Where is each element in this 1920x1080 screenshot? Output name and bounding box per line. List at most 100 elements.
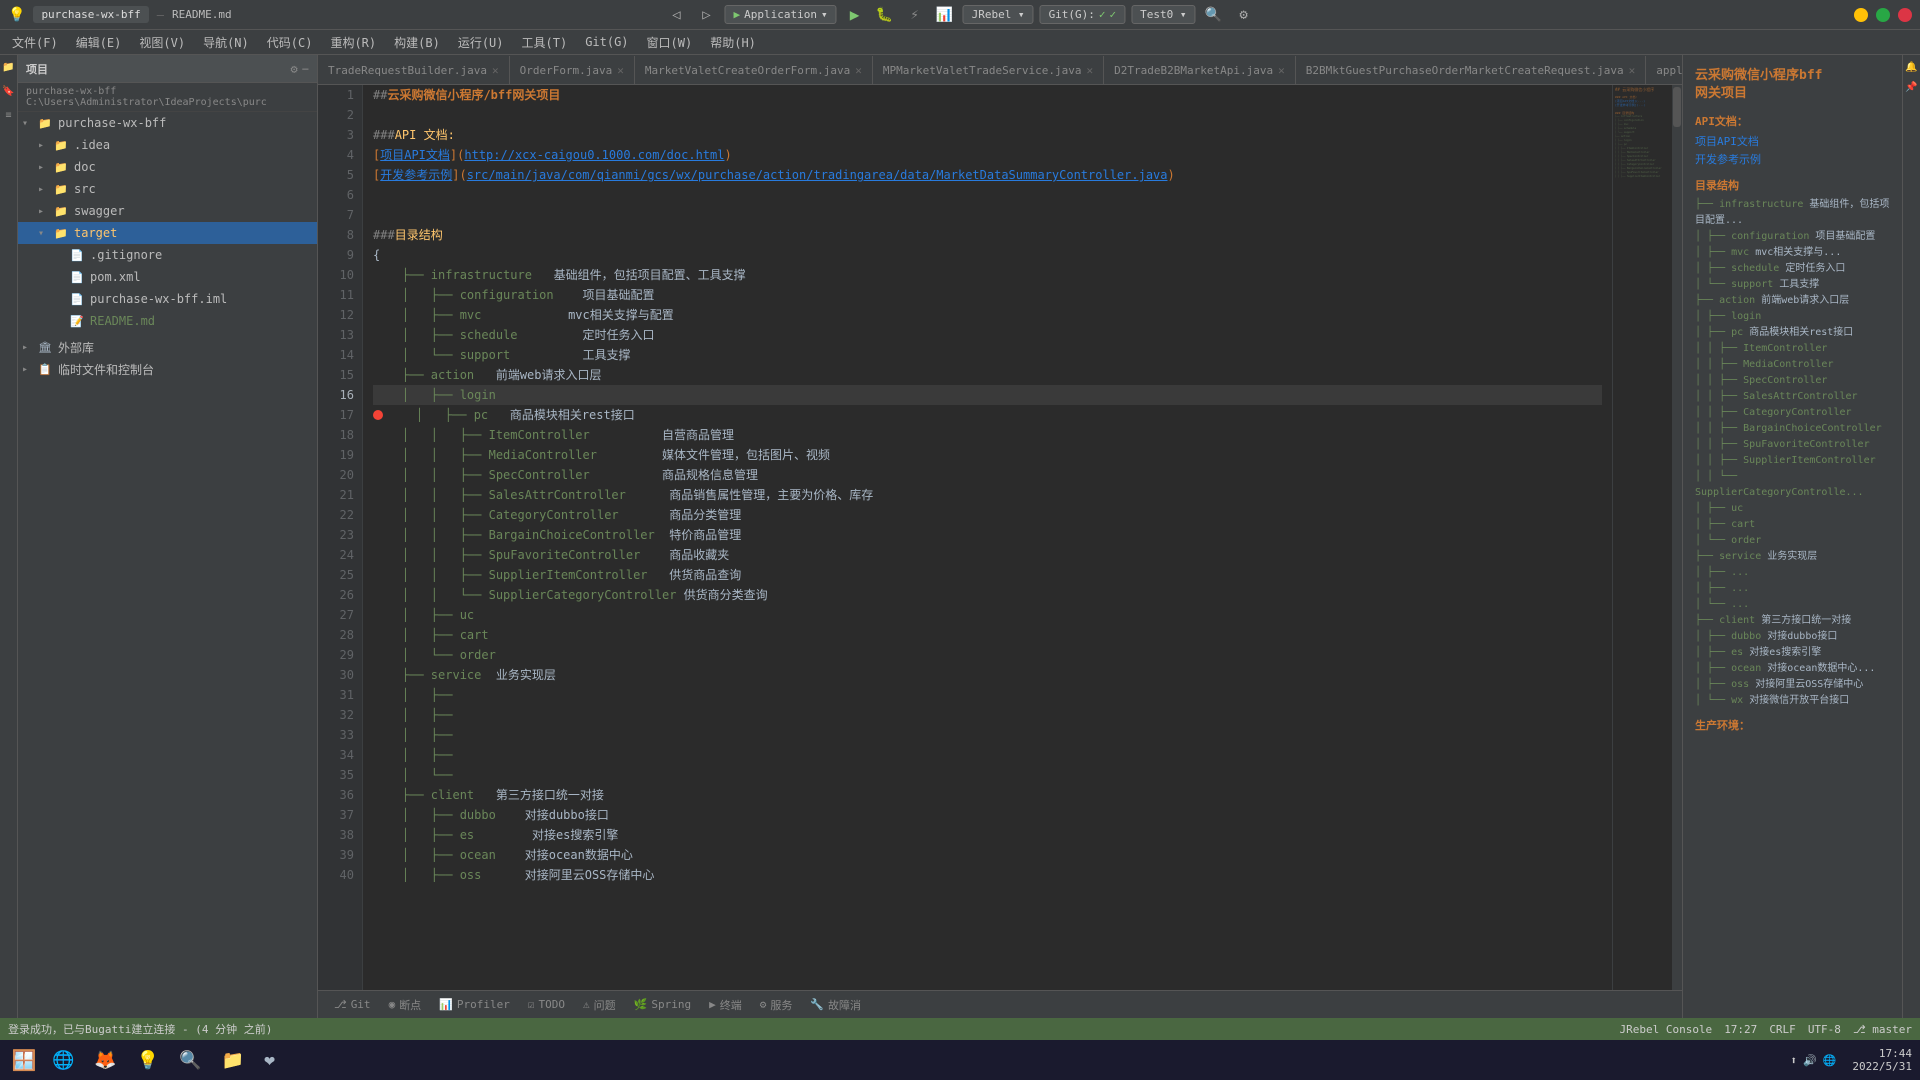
tab-spring[interactable]: 🌿 Spring [626,995,699,1015]
menu-code[interactable]: 代码(C) [259,32,321,53]
menu-nav[interactable]: 导航(N) [195,32,257,53]
menu-git[interactable]: Git(G) [577,33,636,51]
menu-window[interactable]: 窗口(W) [639,32,701,53]
search-everywhere-btn[interactable]: 🔍 [1202,3,1226,27]
line-num-17: 17 [318,405,354,425]
menu-tools[interactable]: 工具(T) [514,32,576,53]
line-num-2: 2 [318,105,354,125]
forward-btn[interactable]: ▷ [694,3,718,27]
toolbar-center: ◁ ▷ ▶ Application ▾ ▶ 🐛 ⚡ 📊 JRebel ▾ Git… [664,3,1255,27]
profile-button[interactable]: 📊 [933,3,957,27]
panel-settings[interactable]: ⚙ [291,62,298,76]
preview-tree-item: │ │ ├── MediaController [1695,357,1890,373]
tab-close[interactable]: ✕ [1278,64,1285,77]
tree-arrow-ext: ▸ [22,342,38,353]
line-numbers: 1 2 3 4 5 6 7 8 9 10 11 12 13 14 15 16 1 [318,85,363,990]
code-link-url-4[interactable]: http://xcx-caigou0.1000.com/doc.html [464,145,724,165]
debug-button[interactable]: 🐛 [873,3,897,27]
code-desc-26: 供货商分类查询 [676,585,767,605]
panel-collapse[interactable]: − [302,62,309,76]
tree-item-pom[interactable]: 📄 pom.xml [18,266,317,288]
tree-item-root[interactable]: ▾ 📁 purchase-wx-bff [18,112,317,134]
run-config-dropdown[interactable]: ▶ Application ▾ [724,5,836,24]
tree-item-idea[interactable]: ▸ 📁 .idea [18,134,317,156]
right-notifications-icon[interactable]: 🔔 [1904,59,1920,75]
taskbar-search[interactable]: 🔍 [171,1042,209,1078]
menu-view[interactable]: 视图(V) [131,32,193,53]
taskbar-edge[interactable]: 🦊 [86,1042,124,1078]
tree-item-external[interactable]: ▸ 🏛 外部库 [18,336,317,358]
menu-refactor[interactable]: 重构(R) [322,32,384,53]
clock-date: 2022/5/31 [1852,1060,1912,1073]
tab-breakpoints[interactable]: ◉ 断点 [381,995,430,1015]
minimize-button[interactable] [1854,8,1868,22]
tab-marketvalet[interactable]: MarketValetCreateOrderForm.java ✕ [635,56,873,84]
tab-close[interactable]: ✕ [617,64,624,77]
sidebar-bookmark-icon[interactable]: 🔖 [1,83,17,99]
code-line-11: │ ├── configuration 项目基础配置 [373,285,1602,305]
menu-run[interactable]: 运行(U) [450,32,512,53]
back-btn[interactable]: ◁ [664,3,688,27]
tab-close[interactable]: ✕ [855,64,862,77]
preview-api-link2[interactable]: 开发参考示例 [1695,151,1890,167]
tab-terminal[interactable]: ▶ 终端 [701,995,750,1015]
tab-mpmarket[interactable]: MPMarketValetTradeService.java ✕ [873,56,1104,84]
tab-fault[interactable]: 🔧 故障消 [802,995,869,1015]
editor-scrollbar[interactable] [1672,85,1682,990]
tab-git[interactable]: ⎇ Git [326,995,379,1015]
tab-todo[interactable]: ☑ TODO [520,995,573,1015]
close-button[interactable] [1898,8,1912,22]
tab-close[interactable]: ✕ [492,64,499,77]
taskbar-app7[interactable]: ❤ [256,1042,283,1078]
tab-d2trade[interactable]: D2TradeB2BMarketApi.java ✕ [1104,56,1296,84]
menu-file[interactable]: 文件(F) [4,32,66,53]
tree-item-doc[interactable]: ▸ 📁 doc [18,156,317,178]
right-bookmarks-icon[interactable]: 📌 [1904,79,1920,95]
tab-close[interactable]: ✕ [1629,64,1636,77]
code-link-label-4[interactable]: 项目API文档 [380,145,450,165]
preview-tree-item: │ ├── es 对接es搜索引擎 [1695,645,1890,661]
run-button[interactable]: ▶ [843,3,867,27]
preview-api-link1[interactable]: 项目API文档 [1695,133,1890,149]
panel-tools: ⚙ − [291,62,309,76]
tab-traderequest[interactable]: TradeRequestBuilder.java ✕ [318,56,510,84]
tree-item-readme[interactable]: 📝 README.md [18,310,317,332]
coverage-button[interactable]: ⚡ [903,3,927,27]
tab-profiler[interactable]: 📊 Profiler [431,995,518,1015]
taskbar-files[interactable]: 📁 [214,1042,252,1078]
tree-item-gitignore[interactable]: 📄 .gitignore [18,244,317,266]
tree-item-temp[interactable]: ▸ 📋 临时文件和控制台 [18,358,317,380]
code-line-31: │ ├── [373,685,1602,705]
code-subheading-marker: ### [373,125,395,145]
jrebel-dropdown[interactable]: JRebel ▾ [963,5,1034,24]
code-link-label-5[interactable]: 开发参考示例 [380,165,452,185]
menu-edit[interactable]: 编辑(E) [68,32,130,53]
tree-item-target[interactable]: ▾ 📁 target [18,222,317,244]
tree-item-swagger[interactable]: ▸ 📁 swagger [18,200,317,222]
code-link-url-5[interactable]: src/main/java/com/qianmi/gcs/wx/purchase… [467,165,1168,185]
line-num-38: 38 [318,825,354,845]
folder-icon-src: 📁 [54,183,70,196]
tab-close[interactable]: ✕ [1087,64,1094,77]
tab-orderform[interactable]: OrderForm.java ✕ [510,56,635,84]
preview-tree-item: │ ├── uc [1695,501,1890,517]
taskbar-browser[interactable]: 🌐 [44,1042,82,1078]
tab-b2bmkt[interactable]: B2BMktGuestPurchaseOrderMarketCreateRequ… [1296,56,1647,84]
tab-problems[interactable]: ⚠ 问题 [575,995,624,1015]
test-dropdown[interactable]: Test0 ▾ [1131,5,1195,24]
preview-tree-item: │ ├── oss 对接阿里云OSS存储中心 [1695,677,1890,693]
menu-help[interactable]: 帮助(H) [702,32,764,53]
sidebar-structure-icon[interactable]: ≡ [1,107,17,123]
maximize-button[interactable] [1876,8,1890,22]
start-button[interactable]: 🪟 [8,1044,40,1076]
tree-item-src[interactable]: ▸ 📁 src [18,178,317,200]
tab-appprops[interactable]: application.properties ● ✕ [1646,56,1682,84]
code-editor[interactable]: ## 云采购微信小程序/bff网关项目 ### API 文档: [ 项目API文… [363,85,1612,990]
menu-build[interactable]: 构建(B) [386,32,448,53]
status-encoding: UTF-8 [1808,1023,1841,1036]
taskbar-intellij[interactable]: 💡 [129,1042,167,1078]
tree-item-iml[interactable]: 📄 purchase-wx-bff.iml [18,288,317,310]
sidebar-project-icon[interactable]: 📁 [1,59,17,75]
settings-btn[interactable]: ⚙ [1232,3,1256,27]
tab-services[interactable]: ⚙ 服务 [752,995,801,1015]
